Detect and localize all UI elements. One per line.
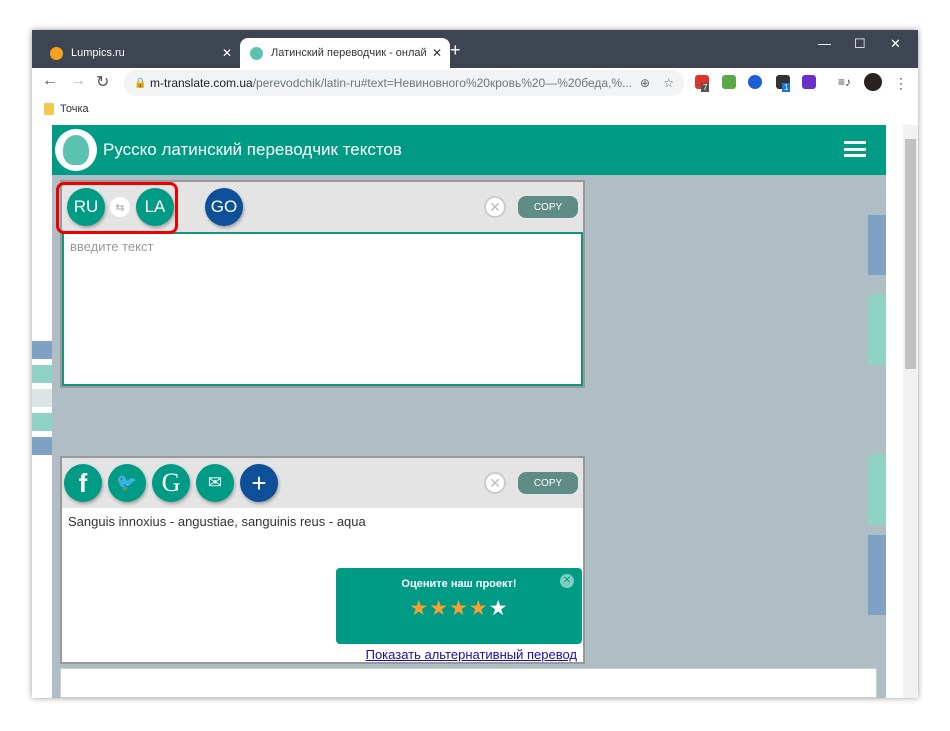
page-title: Русско латинский переводчик текстов <box>103 140 402 159</box>
google-icon[interactable]: G <box>152 464 190 502</box>
clear-icon[interactable]: ✕ <box>484 196 506 218</box>
tab-bar: Lumpics.ru ✕ Латинский переводчик - онлай… <box>32 30 918 68</box>
reload-icon[interactable]: ↻ <box>96 72 109 92</box>
close-tab-icon[interactable]: ✕ <box>432 46 442 60</box>
close-tab-icon[interactable]: ✕ <box>222 46 232 60</box>
owl-logo[interactable] <box>55 129 97 171</box>
star-icon[interactable]: ★ <box>429 597 449 620</box>
back-icon[interactable]: ← <box>42 72 58 90</box>
decor <box>32 413 52 431</box>
address-bar[interactable]: 🔒 m-translate.com.ua/perevodchik/latin-ru… <box>124 70 684 96</box>
facebook-icon[interactable]: f <box>64 464 102 502</box>
tab-label: Латинский переводчик - онлай <box>271 47 427 59</box>
ext-badge: 7 <box>701 83 710 92</box>
lock-icon: 🔒 <box>134 77 147 89</box>
rating-title: Оцените наш проект! <box>401 578 517 590</box>
new-tab-icon[interactable]: + <box>450 40 461 61</box>
lower-panel <box>60 668 877 698</box>
box-ext-icon[interactable]: 1 <box>776 75 791 92</box>
tab-lumpics[interactable]: Lumpics.ru ✕ <box>40 38 240 68</box>
tab-translator[interactable]: Латинский переводчик - онлай ✕ <box>240 38 450 68</box>
twitter-icon[interactable]: 🐦 <box>108 464 146 502</box>
decor <box>32 437 52 455</box>
translation-output: Sanguis innoxius - angustiae, sanguinis … <box>62 508 583 662</box>
close-window-icon[interactable]: ✕ <box>890 36 901 52</box>
folder-icon <box>44 103 54 115</box>
alternative-translation-link[interactable]: Показать альтернативный перевод <box>366 647 577 662</box>
star-icon[interactable]: ☆ <box>663 76 674 90</box>
orange-favicon-icon <box>50 46 63 60</box>
media-icon[interactable]: ≡♪ <box>838 75 852 89</box>
output-panel: f 🐦 G ✉ + ✕ COPY Sanguis innoxius - angu… <box>60 456 585 664</box>
rating-popup: ✕ Оцените наш проект! ★★★★★ <box>336 568 582 644</box>
star-icon[interactable]: ★ <box>409 597 429 620</box>
menu-icon[interactable]: ⋮ <box>894 75 908 91</box>
owl-favicon-icon <box>250 46 263 60</box>
hamburger-menu-icon[interactable] <box>844 141 866 157</box>
copy-button[interactable]: COPY <box>518 196 578 218</box>
share-more-icon[interactable]: + <box>240 464 278 502</box>
tab-label: Lumpics.ru <box>71 47 125 59</box>
minimize-icon[interactable]: — <box>818 36 831 51</box>
star-icon[interactable]: ★ <box>489 597 509 620</box>
ext-badge: 1 <box>782 83 791 92</box>
music-ext-icon[interactable] <box>722 75 736 89</box>
source-panel: RU ⇆ LA GO ✕ COPY введите текст <box>56 180 585 388</box>
star-icon[interactable]: ★ <box>449 597 469 620</box>
page: Русско латинский переводчик текстов RU ⇆… <box>32 125 918 698</box>
clear-icon[interactable]: ✕ <box>484 472 506 494</box>
go-button[interactable]: GO <box>205 188 243 226</box>
copy-button[interactable]: COPY <box>518 472 578 494</box>
site-header: Русско латинский переводчик текстов <box>52 125 886 175</box>
browser-window: Lumpics.ru ✕ Латинский переводчик - онлай… <box>32 30 918 698</box>
bookmarks-bar: Точка <box>32 96 918 122</box>
maximize-icon[interactable]: ☐ <box>854 36 866 52</box>
close-rating-icon[interactable]: ✕ <box>560 574 574 588</box>
decor <box>32 389 52 407</box>
forward-icon[interactable]: → <box>70 72 86 90</box>
purple-ext-icon[interactable] <box>802 75 816 89</box>
opera-ext-icon[interactable]: 7 <box>695 75 710 92</box>
source-text-input[interactable]: введите текст <box>62 232 583 386</box>
url-path: /perevodchik/latin-ru#text=Невиновного%2… <box>252 76 633 90</box>
url-host: m-translate.com.ua <box>150 76 253 90</box>
globe-ext-icon[interactable] <box>748 75 762 89</box>
zoom-icon[interactable]: ⊕ <box>640 76 650 90</box>
avatar[interactable] <box>864 73 882 91</box>
decor <box>32 365 52 383</box>
decor <box>32 341 52 359</box>
highlight-box <box>56 182 178 234</box>
translation-text: Sanguis innoxius - angustiae, sanguinis … <box>68 514 366 529</box>
bookmark-tochka[interactable]: Точка <box>60 103 89 115</box>
mail-icon[interactable]: ✉ <box>196 464 234 502</box>
star-icon[interactable]: ★ <box>469 597 489 620</box>
scrollbar[interactable] <box>903 125 918 698</box>
rating-stars[interactable]: ★★★★★ <box>336 596 582 621</box>
